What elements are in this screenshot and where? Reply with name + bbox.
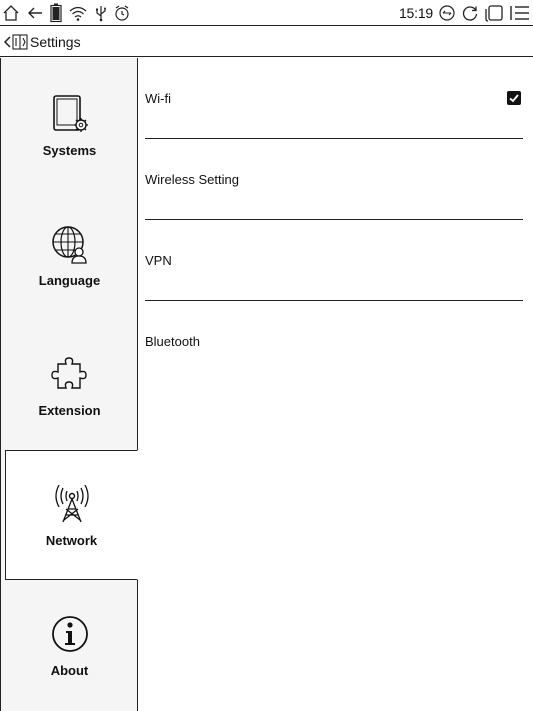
sidebar-item-about[interactable]: About — [1, 580, 138, 710]
sync-icon[interactable] — [438, 4, 456, 22]
bluetooth-label: Bluetooth — [145, 334, 200, 349]
usb-icon — [94, 4, 108, 22]
wifi-checkbox[interactable] — [507, 91, 521, 105]
sidebar: Systems Language Extension Network About — [0, 58, 138, 711]
page-title: Settings — [30, 33, 81, 50]
wireless-setting-row[interactable]: Wireless Setting — [145, 139, 523, 220]
tablet-gear-icon — [48, 92, 92, 141]
vpn-row[interactable]: VPN — [145, 220, 523, 301]
sidebar-item-label: About — [50, 663, 89, 678]
sidebar-item-label: Extension — [38, 403, 101, 418]
window-icon[interactable] — [484, 4, 504, 22]
title-bar: Settings — [0, 27, 533, 57]
sidebar-item-network[interactable]: Network — [5, 450, 138, 580]
back-arrow-icon[interactable] — [26, 4, 44, 22]
clock-time: 15:19 — [398, 5, 433, 21]
wireless-setting-label: Wireless Setting — [145, 172, 239, 187]
back-chevron-icon — [2, 34, 12, 50]
menu-icon[interactable] — [509, 4, 531, 22]
network-settings-panel: Wi-fi Wireless Setting VPN Bluetooth — [145, 58, 523, 382]
status-bar: 15:19 — [0, 0, 533, 26]
antenna-icon — [50, 482, 94, 531]
status-bar-right: 15:19 — [399, 2, 531, 24]
checkmark-icon — [509, 94, 519, 103]
wifi-label: Wi-fi — [145, 91, 171, 106]
vpn-label: VPN — [145, 253, 172, 268]
refresh-icon[interactable] — [461, 4, 479, 22]
globe-user-icon — [48, 222, 92, 271]
alarm-icon — [114, 4, 130, 22]
wifi-row[interactable]: Wi-fi — [145, 58, 523, 139]
bluetooth-row[interactable]: Bluetooth — [145, 301, 523, 382]
home-icon[interactable] — [2, 4, 20, 22]
back-button[interactable] — [2, 33, 28, 50]
battery-icon — [50, 3, 62, 23]
sidebar-item-label: Network — [45, 533, 98, 548]
settings-app-icon — [12, 33, 28, 50]
sidebar-item-label: Language — [38, 273, 101, 288]
puzzle-icon — [48, 352, 92, 401]
sidebar-item-extension[interactable]: Extension — [1, 320, 138, 450]
sidebar-item-language[interactable]: Language — [1, 190, 138, 320]
sidebar-item-label: Systems — [42, 143, 97, 158]
info-icon — [48, 612, 92, 661]
sidebar-item-systems[interactable]: Systems — [1, 60, 138, 190]
wifi-icon — [68, 4, 88, 22]
status-bar-left — [2, 2, 130, 24]
